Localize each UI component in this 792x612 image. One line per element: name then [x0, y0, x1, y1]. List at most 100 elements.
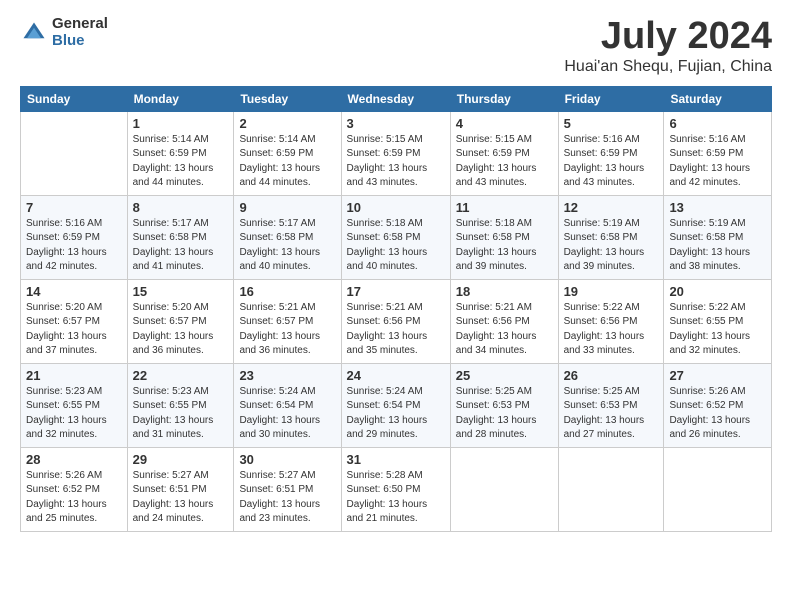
day-info: Sunrise: 5:21 AMSunset: 6:56 PMDaylight:… [347, 301, 445, 359]
day-number: 25 [456, 368, 553, 383]
table-row [664, 447, 772, 531]
day-number: 15 [133, 284, 229, 299]
col-thursday: Thursday [450, 86, 558, 111]
day-info: Sunrise: 5:27 AMSunset: 6:51 PMDaylight:… [133, 469, 229, 527]
day-number: 2 [239, 116, 335, 131]
table-row: 4 Sunrise: 5:15 AMSunset: 6:59 PMDaylight… [450, 111, 558, 195]
day-info: Sunrise: 5:20 AMSunset: 6:57 PMDaylight:… [133, 301, 229, 359]
day-number: 18 [456, 284, 553, 299]
title-location: Huai'an Shequ, Fujian, China [564, 58, 772, 76]
day-number: 30 [239, 452, 335, 467]
table-row: 25 Sunrise: 5:25 AMSunset: 6:53 PMDayligh… [450, 363, 558, 447]
table-row: 31 Sunrise: 5:28 AMSunset: 6:50 PMDayligh… [341, 447, 450, 531]
table-row: 27 Sunrise: 5:26 AMSunset: 6:52 PMDayligh… [664, 363, 772, 447]
logo-blue: Blue [52, 33, 108, 50]
calendar-table: Sunday Monday Tuesday Wednesday Thursday… [20, 86, 772, 532]
day-number: 7 [26, 200, 122, 215]
day-info: Sunrise: 5:17 AMSunset: 6:58 PMDaylight:… [239, 217, 335, 275]
table-row: 7 Sunrise: 5:16 AMSunset: 6:59 PMDaylight… [21, 195, 128, 279]
day-info: Sunrise: 5:15 AMSunset: 6:59 PMDaylight:… [347, 133, 445, 191]
table-row: 14 Sunrise: 5:20 AMSunset: 6:57 PMDayligh… [21, 279, 128, 363]
day-info: Sunrise: 5:20 AMSunset: 6:57 PMDaylight:… [26, 301, 122, 359]
table-row: 6 Sunrise: 5:16 AMSunset: 6:59 PMDaylight… [664, 111, 772, 195]
logo-text: General Blue [52, 16, 108, 49]
day-number: 8 [133, 200, 229, 215]
day-info: Sunrise: 5:21 AMSunset: 6:56 PMDaylight:… [456, 301, 553, 359]
table-row: 30 Sunrise: 5:27 AMSunset: 6:51 PMDayligh… [234, 447, 341, 531]
table-row [21, 111, 128, 195]
table-row: 23 Sunrise: 5:24 AMSunset: 6:54 PMDayligh… [234, 363, 341, 447]
day-info: Sunrise: 5:19 AMSunset: 6:58 PMDaylight:… [564, 217, 659, 275]
day-number: 16 [239, 284, 335, 299]
table-row: 21Sunrise: 5:23 AMSunset: 6:55 PMDayligh… [21, 363, 128, 447]
table-row: 15 Sunrise: 5:20 AMSunset: 6:57 PMDayligh… [127, 279, 234, 363]
table-row: 28Sunrise: 5:26 AMSunset: 6:52 PMDayligh… [21, 447, 128, 531]
day-info: Sunrise: 5:22 AMSunset: 6:56 PMDaylight:… [564, 301, 659, 359]
logo-general: General [52, 16, 108, 33]
table-row: 29 Sunrise: 5:27 AMSunset: 6:51 PMDayligh… [127, 447, 234, 531]
day-number: 31 [347, 452, 445, 467]
table-row: 18 Sunrise: 5:21 AMSunset: 6:56 PMDayligh… [450, 279, 558, 363]
day-info: Sunrise: 5:27 AMSunset: 6:51 PMDaylight:… [239, 469, 335, 527]
table-row: 26 Sunrise: 5:25 AMSunset: 6:53 PMDayligh… [558, 363, 664, 447]
day-info: Sunrise: 5:24 AMSunset: 6:54 PMDaylight:… [347, 385, 445, 443]
day-number: 21 [26, 368, 122, 383]
day-number: 14 [26, 284, 122, 299]
table-row: 16 Sunrise: 5:21 AMSunset: 6:57 PMDayligh… [234, 279, 341, 363]
day-info: Sunrise: 5:24 AMSunset: 6:54 PMDaylight:… [239, 385, 335, 443]
day-number: 5 [564, 116, 659, 131]
day-info: Sunrise: 5:15 AMSunset: 6:59 PMDaylight:… [456, 133, 553, 191]
day-number: 12 [564, 200, 659, 215]
day-info: Sunrise: 5:16 AMSunset: 6:59 PMDaylight:… [26, 217, 122, 275]
day-number: 10 [347, 200, 445, 215]
day-info: Sunrise: 5:16 AMSunset: 6:59 PMDaylight:… [669, 133, 766, 191]
day-info: Sunrise: 5:28 AMSunset: 6:50 PMDaylight:… [347, 469, 445, 527]
day-info: Sunrise: 5:25 AMSunset: 6:53 PMDaylight:… [456, 385, 553, 443]
day-info: Sunrise: 5:23 AMSunset: 6:55 PMDaylight:… [133, 385, 229, 443]
table-row: 2Sunrise: 5:14 AMSunset: 6:59 PMDaylight… [234, 111, 341, 195]
col-tuesday: Tuesday [234, 86, 341, 111]
day-number: 27 [669, 368, 766, 383]
day-info: Sunrise: 5:16 AMSunset: 6:59 PMDaylight:… [564, 133, 659, 191]
day-number: 6 [669, 116, 766, 131]
table-row: 20 Sunrise: 5:22 AMSunset: 6:55 PMDayligh… [664, 279, 772, 363]
day-number: 9 [239, 200, 335, 215]
day-number: 26 [564, 368, 659, 383]
calendar-week-row: 21 Sunrise: 5:23 AMSunset: 6:55 PMDayligh… [21, 363, 772, 447]
table-row: 9 Sunrise: 5:17 AMSunset: 6:58 PMDaylight… [234, 195, 341, 279]
header: General Blue July 2024 Huai'an Shequ, Fu… [20, 16, 772, 76]
table-row: 19 Sunrise: 5:22 AMSunset: 6:56 PMDayligh… [558, 279, 664, 363]
day-number: 11 [456, 200, 553, 215]
table-row [558, 447, 664, 531]
col-saturday: Saturday [664, 86, 772, 111]
day-number: 1 [133, 116, 229, 131]
day-number: 19 [564, 284, 659, 299]
day-info: Sunrise: 5:19 AMSunset: 6:58 PMDaylight:… [669, 217, 766, 275]
page: General Blue July 2024 Huai'an Shequ, Fu… [0, 0, 792, 612]
calendar-week-row: 7 Sunrise: 5:16 AMSunset: 6:59 PMDaylight… [21, 195, 772, 279]
table-row: 5 Sunrise: 5:16 AMSunset: 6:59 PMDaylight… [558, 111, 664, 195]
day-number: 4 [456, 116, 553, 131]
day-info: Sunrise: 5:26 AMSunset: 6:52 PMDaylight:… [669, 385, 766, 443]
table-row: 10Sunrise: 5:18 AMSunset: 6:58 PMDayligh… [341, 195, 450, 279]
day-number: 3 [347, 116, 445, 131]
table-row: 1 Sunrise: 5:14 AMSunset: 6:59 PMDaylight… [127, 111, 234, 195]
logo-icon [20, 19, 48, 47]
day-number: 23 [239, 368, 335, 383]
table-row: 8 Sunrise: 5:17 AMSunset: 6:58 PMDaylight… [127, 195, 234, 279]
day-number: 13 [669, 200, 766, 215]
table-row: 12 Sunrise: 5:19 AMSunset: 6:58 PMDayligh… [558, 195, 664, 279]
day-info: Sunrise: 5:22 AMSunset: 6:55 PMDaylight:… [669, 301, 766, 359]
day-info: Sunrise: 5:14 AMSunset: 6:59 PMDaylight:… [133, 133, 229, 191]
calendar-header-row: Sunday Monday Tuesday Wednesday Thursday… [21, 86, 772, 111]
day-number: 20 [669, 284, 766, 299]
title-block: July 2024 Huai'an Shequ, Fujian, China [564, 16, 772, 76]
day-info: Sunrise: 5:25 AMSunset: 6:53 PMDaylight:… [564, 385, 659, 443]
calendar-week-row: 1 Sunrise: 5:14 AMSunset: 6:59 PMDaylight… [21, 111, 772, 195]
day-info: Sunrise: 5:21 AMSunset: 6:57 PMDaylight:… [239, 301, 335, 359]
table-row [450, 447, 558, 531]
day-info: Sunrise: 5:17 AMSunset: 6:58 PMDaylight:… [133, 217, 229, 275]
day-number: 29 [133, 452, 229, 467]
col-friday: Friday [558, 86, 664, 111]
logo: General Blue [20, 16, 108, 49]
